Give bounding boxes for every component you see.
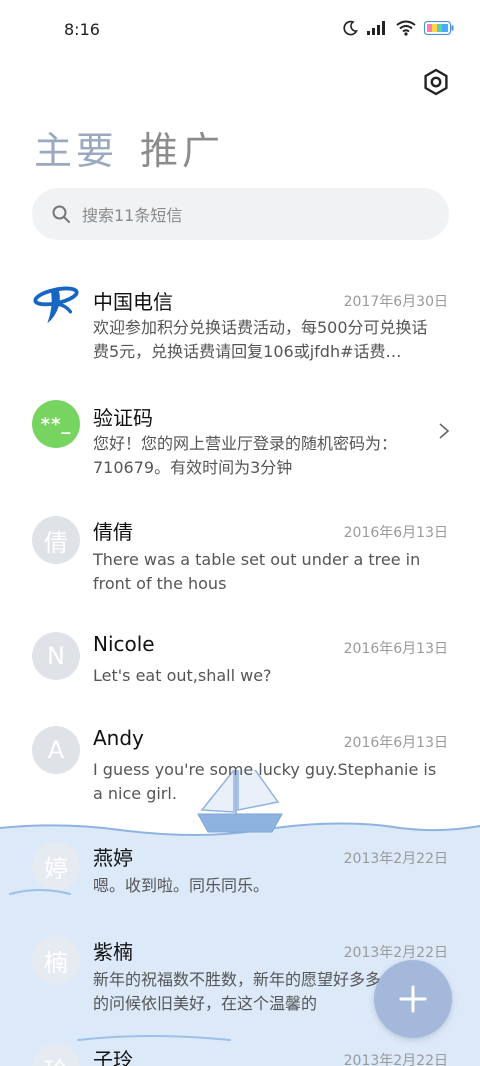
conversation-preview: 嗯。收到啦。同乐同乐。 [93, 876, 270, 895]
conversation-preview: I guess you're some lucky guy.Stephanie … [93, 760, 437, 803]
conversation-name: 倩倩 [93, 520, 133, 544]
conversation-date: 2017年6月30日 [343, 294, 448, 310]
china-telecom-logo [32, 282, 80, 330]
conversation-preview: Let's eat out,shall we? [93, 666, 272, 685]
conversation-preview: There was a table set out under a tree i… [93, 550, 421, 593]
conversation-item[interactable]: 婷 燕婷 2013年2月22日 嗯。收到啦。同乐同乐。 [0, 820, 480, 914]
conversation-name: Andy [93, 726, 144, 750]
avatar: A [32, 726, 80, 774]
conversation-preview: 您好！您的网上营业厅登录的随机密码为：710679。有效时间为3分钟 [93, 434, 398, 477]
avatar: **_ [32, 400, 80, 448]
avatar: 倩 [32, 516, 80, 564]
battery-icon [424, 21, 454, 35]
conversation-name: 中国电信 [93, 290, 173, 314]
conversation-item[interactable]: 倩 倩倩 2016年6月13日 There was a table set ou… [0, 494, 480, 610]
conversation-date: 2013年2月22日 [343, 851, 448, 867]
conversation-name: 紫楠 [93, 940, 133, 964]
conversation-date: 2013年2月22日 [343, 1053, 448, 1066]
chevron-right-icon [439, 423, 450, 439]
signal-icon [367, 21, 385, 35]
status-icons [342, 20, 454, 36]
conversation-name: 子玲 [93, 1048, 133, 1066]
search-input[interactable]: 搜索11条短信 [32, 188, 449, 240]
messages-screen: 8:16 主要 推广 搜索11条短信 中国电信 2017年6月30日 欢迎参加积… [0, 0, 480, 1066]
conversation-item[interactable]: A Andy 2016年6月13日 I guess you're some lu… [0, 704, 480, 820]
search-icon [52, 205, 70, 223]
wifi-icon [396, 20, 416, 36]
conversation-item[interactable]: **_ 验证码 您好！您的网上营业厅登录的随机密码为：710679。有效时间为3… [0, 378, 480, 494]
conversation-preview: 欢迎参加积分兑换话费活动，每500分可兑换话费5元，兑换话费请回复106或jfd… [93, 318, 428, 361]
plus-icon [399, 985, 427, 1013]
avatar: 玲 [32, 1044, 80, 1066]
avatar: 婷 [32, 842, 80, 890]
avatar: 楠 [32, 936, 80, 984]
new-message-button[interactable] [374, 960, 452, 1038]
settings-button[interactable] [422, 68, 450, 96]
conversation-date: 2016年6月13日 [343, 525, 448, 541]
avatar: N [32, 632, 80, 680]
tab-promotions[interactable]: 推广 [140, 120, 224, 175]
conversation-list: 中国电信 2017年6月30日 欢迎参加积分兑换话费活动，每500分可兑换话费5… [0, 262, 480, 1066]
conversation-item[interactable]: N Nicole 2016年6月13日 Let's eat out,shall … [0, 610, 480, 704]
category-tabs: 主要 推广 [34, 120, 224, 175]
conversation-name: 燕婷 [93, 846, 133, 870]
gear-icon [424, 68, 448, 96]
search-placeholder: 搜索11条短信 [82, 206, 183, 225]
status-time: 8:16 [64, 20, 100, 39]
status-bar: 8:16 [0, 0, 480, 62]
conversation-date: 2016年6月13日 [343, 641, 448, 657]
conversation-name: Nicole [93, 632, 155, 656]
conversation-item[interactable]: 中国电信 2017年6月30日 欢迎参加积分兑换话费活动，每500分可兑换话费5… [0, 262, 480, 378]
conversation-date: 2016年6月13日 [343, 735, 448, 751]
conversation-name: 验证码 [93, 406, 153, 430]
conversation-date: 2013年2月22日 [343, 945, 448, 961]
moon-icon [343, 20, 358, 36]
tab-primary[interactable]: 主要 [34, 120, 118, 175]
